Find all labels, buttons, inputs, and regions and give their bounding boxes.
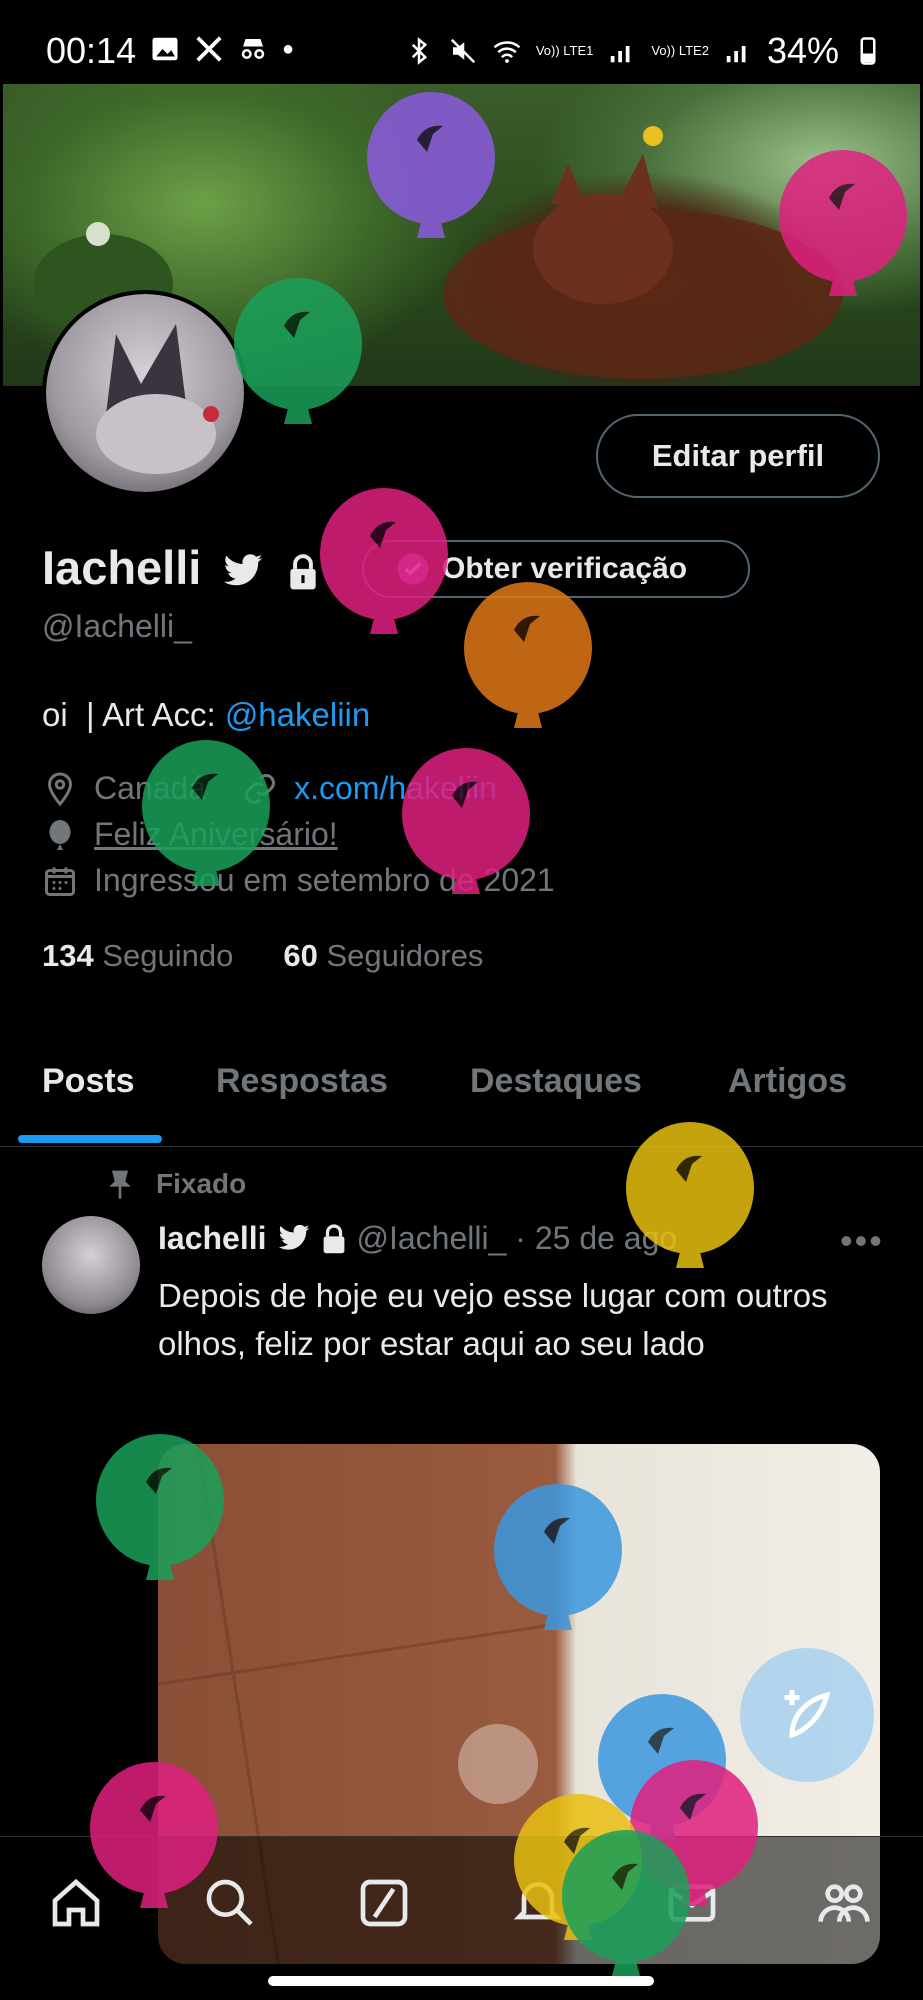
balloon-decoration [402, 748, 530, 894]
compose-feather-icon [784, 1690, 831, 1739]
pinned-label: Fixado [156, 1168, 247, 1199]
bird-icon [224, 553, 263, 585]
profile-stats: 134 Seguindo 60 Seguidores [42, 938, 483, 974]
following-count: 134 [42, 938, 94, 973]
profile-handle: @Iachelli_ [42, 608, 192, 644]
wifi-icon [493, 41, 521, 63]
bio-text: oi | Art Acc: [42, 696, 225, 733]
dot-indicator: ● [282, 37, 295, 60]
balloon-decoration [96, 1434, 224, 1580]
lock-icon [290, 553, 317, 589]
status-right-icons: Vo)) LTE1 Vo)) LTE2 34% [404, 30, 883, 72]
incognito-icon [241, 39, 265, 59]
location-icon [47, 771, 73, 806]
lte2-label: Vo)) LTE2 [651, 43, 709, 58]
balloon-decoration [320, 488, 448, 634]
status-bar: 00:14 ● Vo)) LTE1 Vo)) LTE2 34% [0, 0, 923, 84]
balloon-decoration [562, 1830, 690, 1976]
avatar-image [46, 294, 244, 492]
profile-name: Iachelli [42, 541, 202, 594]
tab-posts[interactable]: Posts [42, 1062, 135, 1101]
tab-articles[interactable]: Artigos [728, 1062, 847, 1101]
battery-percent: 34% [766, 30, 839, 71]
pinned-label-row: Fixado [106, 1168, 246, 1200]
get-verified-label: Obter verificação [442, 552, 688, 585]
pin-icon [109, 1170, 131, 1199]
profile-tabs: Posts Respostas Destaques Artigos [0, 1050, 923, 1147]
post-author-name[interactable]: Iachelli [158, 1220, 267, 1257]
profile-name-row: Iachelli [42, 540, 319, 595]
lte1-label: Vo)) LTE1 [535, 43, 594, 58]
status-left-icons: ● [150, 34, 294, 64]
post-author-avatar[interactable] [42, 1216, 140, 1314]
balloon-decoration [90, 1762, 218, 1908]
balloon-decoration [779, 150, 907, 296]
signal-icon [611, 46, 630, 63]
communities-icon[interactable] [816, 1875, 872, 1931]
calendar-icon [45, 867, 75, 896]
status-time: 00:14 [46, 30, 137, 71]
signal-icon [726, 46, 746, 63]
following-link[interactable]: 134 Seguindo [42, 938, 233, 974]
following-label: Seguindo [102, 938, 234, 973]
post-text: Depois de hoje eu vejo esse lugar com ou… [158, 1277, 828, 1362]
tab-highlights[interactable]: Destaques [470, 1062, 642, 1101]
battery-icon [860, 37, 876, 65]
mute-icon [450, 38, 475, 64]
followers-link[interactable]: 60 Seguidores [283, 938, 483, 974]
post-more-button[interactable]: ••• [840, 1220, 884, 1262]
bluetooth-icon [411, 37, 427, 65]
compose-post-button[interactable] [740, 1648, 874, 1782]
x-icon [196, 36, 222, 62]
profile-avatar[interactable] [42, 290, 248, 496]
tab-replies[interactable]: Respostas [216, 1062, 388, 1101]
balloon-decoration [367, 92, 495, 238]
followers-label: Seguidores [326, 938, 484, 973]
edit-profile-button[interactable]: Editar perfil [596, 414, 880, 498]
lock-icon [323, 1223, 344, 1253]
balloon-decoration [626, 1122, 754, 1268]
balloon-icon [49, 819, 71, 850]
gallery-icon [152, 37, 178, 61]
bird-icon [278, 1224, 309, 1250]
balloon-decoration [494, 1484, 622, 1630]
followers-count: 60 [283, 938, 318, 973]
balloon-decoration [464, 582, 592, 728]
bio-mention-link[interactable]: @hakeliin [225, 696, 370, 733]
grok-icon[interactable] [356, 1875, 412, 1931]
balloon-decoration [142, 740, 270, 886]
profile-bio: oi | Art Acc: @hakeliin [42, 696, 370, 734]
balloon-decoration [234, 278, 362, 424]
active-tab-indicator [18, 1135, 162, 1143]
post-header: Iachelli @Iachelli_ · 25 de ago [158, 1220, 677, 1257]
